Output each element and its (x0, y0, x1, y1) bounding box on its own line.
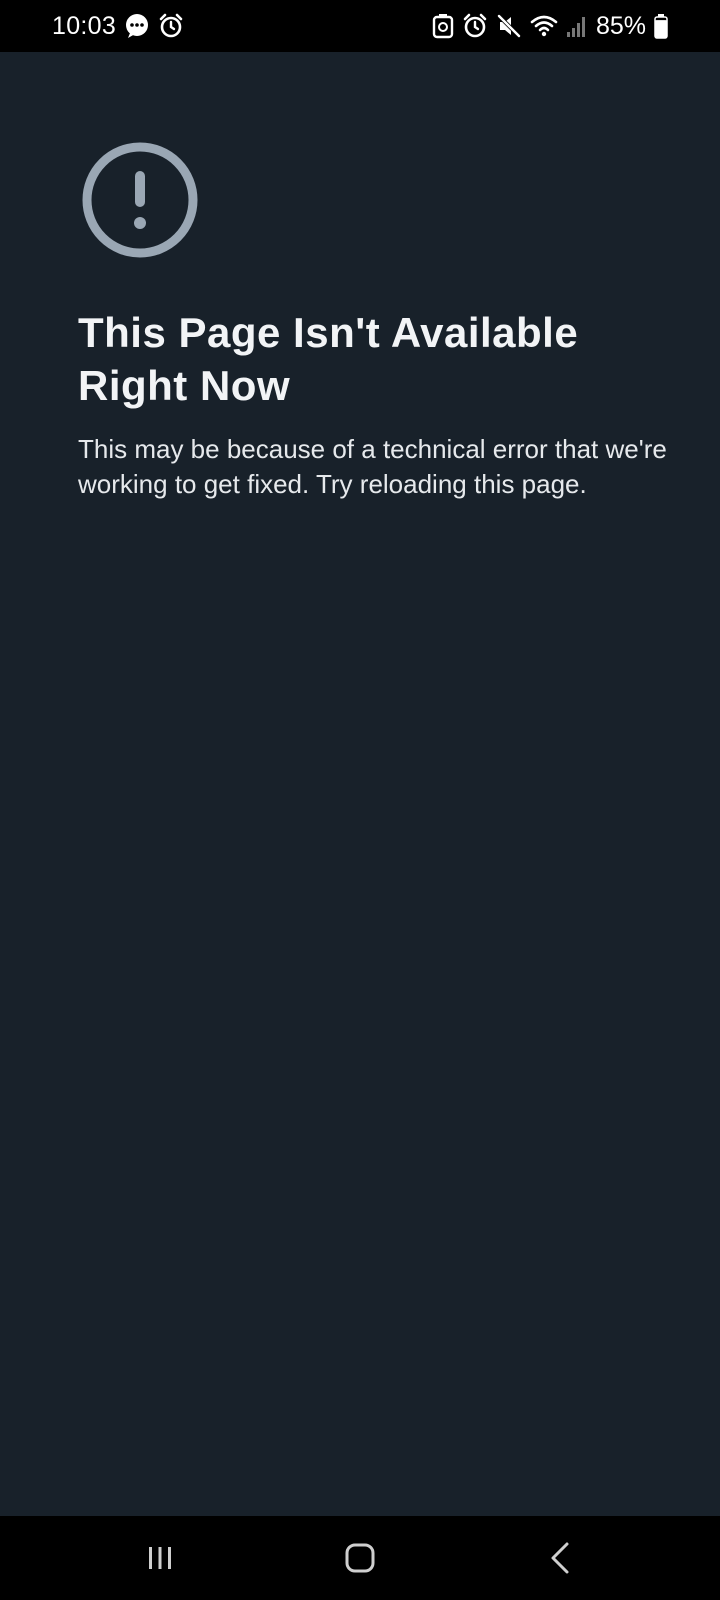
alarm-icon (462, 13, 488, 39)
recent-apps-icon (149, 1547, 171, 1569)
back-button[interactable] (510, 1528, 610, 1588)
mute-icon (496, 13, 522, 39)
back-icon (551, 1542, 569, 1574)
status-left: 10:03 (52, 12, 184, 41)
error-message: This may be because of a technical error… (78, 434, 667, 499)
home-button[interactable] (310, 1528, 410, 1588)
status-right: 85% (432, 12, 668, 41)
page-title: This Page Isn't Available Right Now (78, 309, 579, 409)
status-time: 10:03 (52, 11, 117, 40)
battery-percent: 85% (595, 11, 646, 40)
battery-icon (654, 13, 668, 39)
navigation-bar (0, 1516, 720, 1600)
data-saver-icon (432, 13, 454, 39)
alert-circle-icon (82, 142, 198, 258)
home-icon (345, 1543, 375, 1573)
alarm-icon (158, 13, 184, 39)
wifi-icon (530, 14, 558, 38)
messenger-icon (124, 13, 150, 39)
recent-apps-button[interactable] (110, 1528, 210, 1588)
signal-icon (566, 14, 588, 38)
error-page: This Page Isn't Available Right Now This… (0, 52, 720, 1516)
status-bar: 10:03 85% (0, 0, 720, 52)
